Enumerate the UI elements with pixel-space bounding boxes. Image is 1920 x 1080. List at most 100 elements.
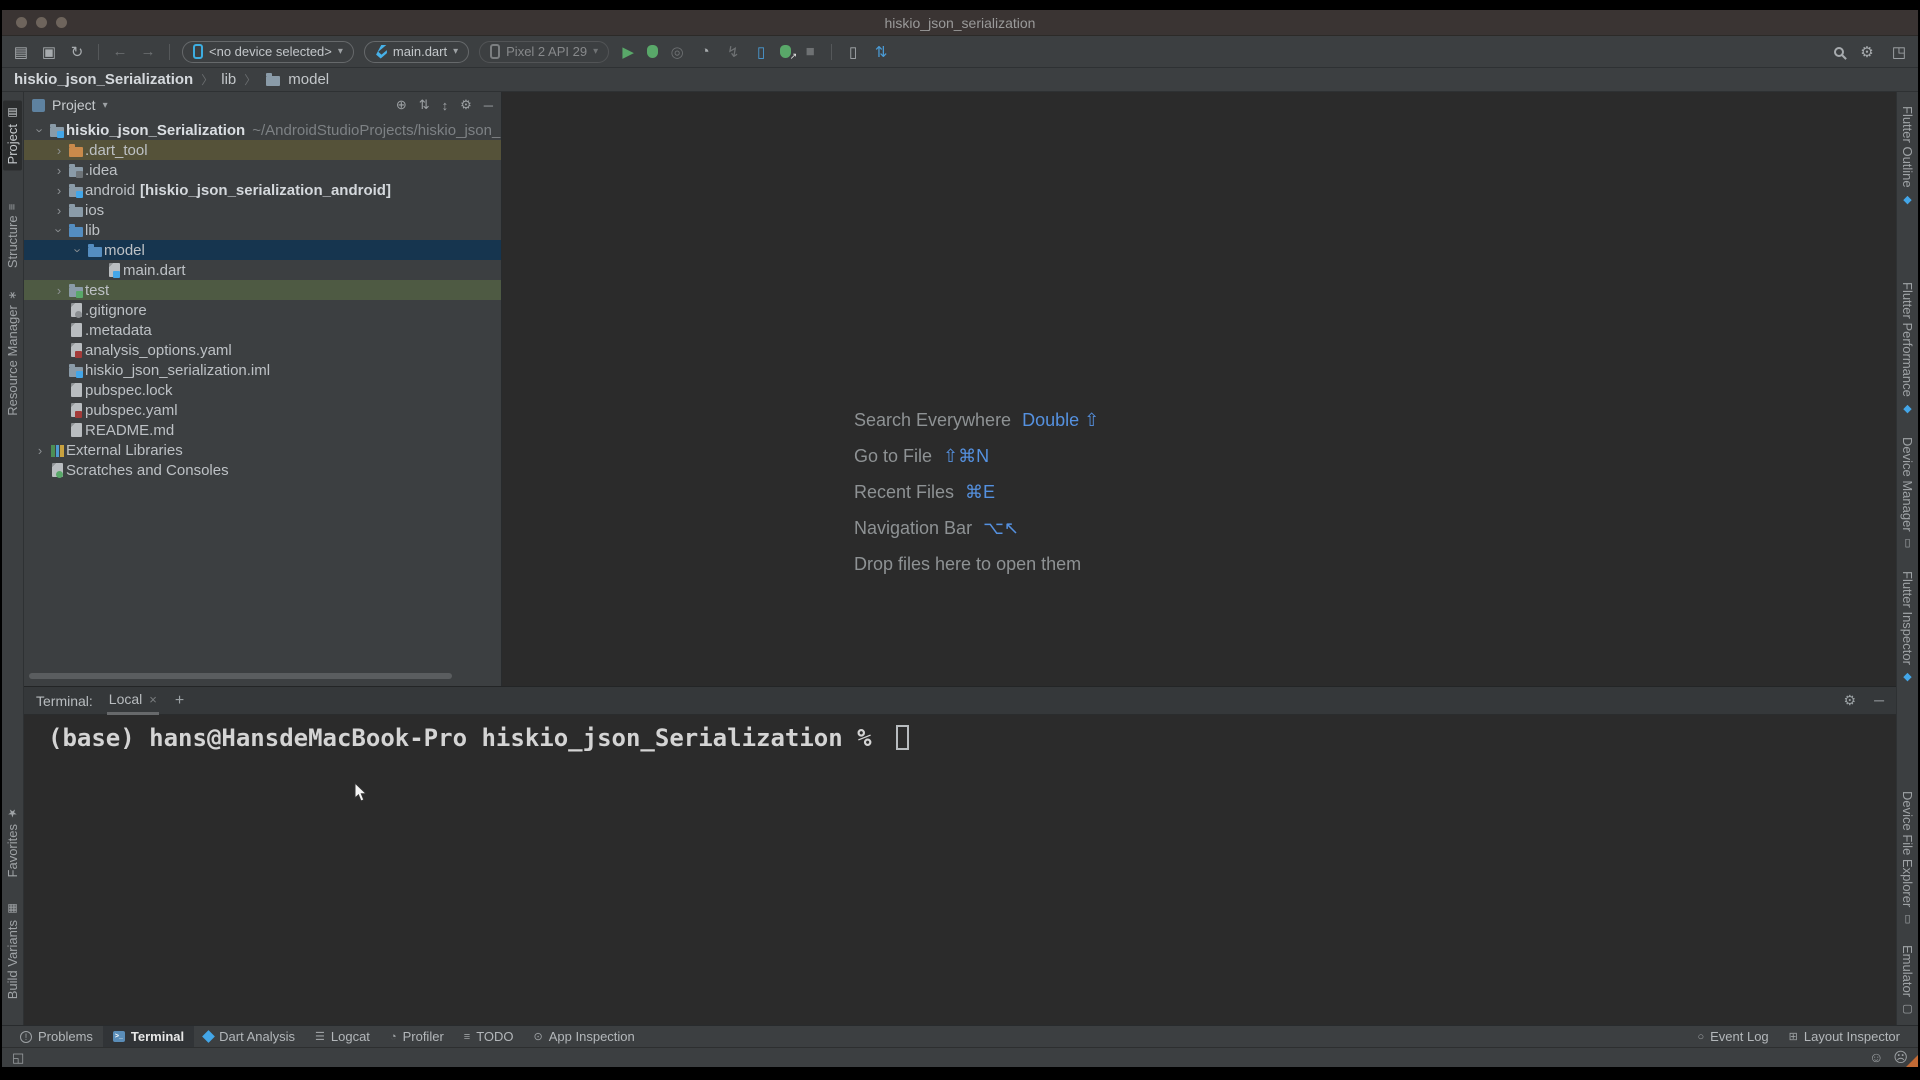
profile-icon[interactable]: ◔	[696, 43, 714, 60]
collapsed-icon[interactable]: ›	[32, 443, 48, 458]
breadcrumb-item[interactable]: lib	[221, 71, 236, 88]
tree-row[interactable]: pubspec.lock	[24, 380, 501, 400]
stop-icon[interactable]: ■	[801, 43, 819, 60]
tree-row[interactable]: › ios	[24, 200, 501, 220]
tool-window-tab-problems[interactable]: ! Problems	[10, 1026, 103, 1047]
tool-strip-item-device-file-explorer[interactable]: Device File Explorer ▯	[1898, 785, 1917, 931]
tree-row[interactable]: › test	[24, 280, 501, 300]
breadcrumb-item[interactable]: hiskio_json_Serialization	[14, 71, 193, 88]
horizontal-scrollbar[interactable]	[29, 673, 452, 679]
tool-strip-item-flutter-inspector[interactable]: Flutter Inspector ◆	[1898, 565, 1917, 689]
terminal-settings-icon[interactable]: ⚙	[1844, 692, 1857, 709]
shortcut-keys: ⇧⌘N	[943, 445, 990, 466]
tree-row[interactable]: Scratches and Consoles	[24, 460, 501, 480]
flutter-attach-icon[interactable]	[780, 45, 797, 62]
tree-row[interactable]: .gitignore	[24, 300, 501, 320]
gear-icon[interactable]: ⚙	[460, 97, 472, 113]
lightning-icon[interactable]: ↯	[724, 43, 742, 61]
tool-window-tab-terminal[interactable]: >_ Terminal	[102, 1026, 195, 1047]
tool-window-tab-todo[interactable]: ≡ TODO	[454, 1026, 524, 1047]
terminal-output[interactable]: (base) hans@HansdeMacBook-Pro hiskio_jso…	[24, 715, 1896, 1025]
tool-strip-item-emulator[interactable]: Emulator ▢	[1898, 939, 1917, 1021]
close-icon[interactable]: ×	[149, 692, 157, 707]
tree-item-label: hiskio_json_serialization.iml	[85, 361, 271, 379]
tool-strip-item-flutter-outline[interactable]: Flutter Outline ◆	[1898, 100, 1917, 212]
minimize-window-button[interactable]	[36, 17, 47, 28]
run-config-selector[interactable]: main.dart ▾	[363, 40, 470, 63]
settings-icon[interactable]: ⚙	[1858, 43, 1876, 61]
open-icon[interactable]: ▤	[12, 43, 30, 61]
collapsed-icon[interactable]: ›	[51, 283, 67, 298]
tool-strip-item-favorites[interactable]: Favorites ★	[3, 800, 22, 883]
forward-icon[interactable]: →	[139, 43, 157, 60]
device-manager-icon[interactable]: ▯	[844, 43, 862, 61]
tool-window-tab-profiler[interactable]: ◔ Profiler	[380, 1026, 454, 1047]
tree-row[interactable]: › android [hiskio_json_serialization_andro…	[24, 180, 501, 200]
tree-item-label: README.md	[85, 421, 175, 439]
expand-all-icon[interactable]: ⇅	[419, 97, 430, 113]
back-icon[interactable]: ←	[111, 43, 129, 60]
target-device-selector[interactable]: Pixel 2 API 29 ▾	[479, 40, 610, 63]
breadcrumb: hiskio_json_Serialization 〉 lib 〉 model	[2, 68, 1918, 92]
folder-model	[86, 243, 104, 257]
search-icon[interactable]	[1834, 46, 1844, 57]
tool-strip-item-build-variants[interactable]: Build Variants ▦	[3, 896, 22, 1005]
tool-window-tab-layout-inspector[interactable]: ⊞ Layout Inspector	[1779, 1026, 1910, 1047]
tool-strip-item-resource-manager[interactable]: Resource Manager ∗	[3, 285, 22, 422]
sync-icon[interactable]: ↻	[68, 43, 86, 61]
tree-row[interactable]: analysis_options.yaml	[24, 340, 501, 360]
tool-strip-item-structure[interactable]: Structure ≡	[3, 198, 22, 274]
project-panel-title[interactable]: Project	[52, 97, 96, 113]
terminal-hide-icon[interactable]: ─	[1874, 692, 1884, 709]
tree-row[interactable]: main.dart	[24, 260, 501, 280]
tree-row[interactable]: › .dart_tool	[24, 140, 501, 160]
tool-strip-item-project[interactable]: Project ▤	[3, 100, 22, 171]
attach-debugger-icon[interactable]: ◎	[668, 43, 686, 61]
shortcut-hint: Search Everywhere Double ⇧	[854, 402, 1099, 438]
collapsed-icon[interactable]: ›	[51, 203, 67, 218]
tree-row[interactable]: pubspec.yaml	[24, 400, 501, 420]
tree-row[interactable]: › .idea	[24, 160, 501, 180]
tree-row[interactable]: .metadata	[24, 320, 501, 340]
tree-row[interactable]: › hiskio_json_Serialization ~/AndroidStudi…	[24, 120, 502, 140]
happy-feedback-icon[interactable]: ☺	[1869, 1049, 1883, 1066]
device-debug-icon[interactable]: ▯	[752, 43, 770, 61]
run-icon[interactable]: ▶	[619, 43, 637, 61]
collapsed-icon[interactable]: ›	[51, 163, 67, 178]
pub-get-icon[interactable]: ⇅	[872, 43, 890, 61]
debug-icon[interactable]	[647, 45, 659, 58]
tree-row[interactable]: README.md	[24, 420, 501, 440]
tool-windows-icon[interactable]: ◳	[1890, 43, 1908, 61]
tool-window-tab-logcat[interactable]: ☰ Logcat	[305, 1026, 380, 1047]
close-window-button[interactable]	[16, 17, 27, 28]
tool-window-tab-app-inspection[interactable]: ⊙ App Inspection	[524, 1026, 645, 1047]
collapsed-icon[interactable]: ›	[51, 183, 67, 198]
collapsed-icon[interactable]: ›	[51, 143, 67, 158]
expanded-icon[interactable]: ›	[52, 222, 67, 238]
terminal-tab-local[interactable]: Local ×	[106, 687, 159, 715]
expanded-icon[interactable]: ›	[33, 122, 48, 138]
toggle-tool-windows-icon[interactable]: ◱	[12, 1050, 24, 1066]
collapse-all-icon[interactable]: ↕	[442, 98, 449, 113]
expanded-icon[interactable]: ›	[71, 242, 86, 258]
event-log-icon: ○	[1697, 1030, 1705, 1043]
tool-strip-item-device-manager[interactable]: Device Manager ▯	[1898, 431, 1917, 556]
new-terminal-tab-button[interactable]: +	[175, 692, 184, 710]
breadcrumb-item[interactable]: model	[288, 71, 329, 88]
chevron-down-icon[interactable]: ▾	[103, 100, 108, 111]
device-selector[interactable]: <no device selected> ▾	[182, 40, 354, 63]
tree-row[interactable]: hiskio_json_serialization.iml	[24, 360, 501, 380]
tree-row[interactable]: › model	[24, 240, 501, 260]
zoom-window-button[interactable]	[56, 17, 67, 28]
hide-icon[interactable]: ─	[484, 98, 493, 113]
save-icon[interactable]: ▣	[40, 43, 58, 61]
tool-window-tab-dart-analysis[interactable]: Dart Analysis	[194, 1026, 305, 1047]
locate-icon[interactable]: ⊕	[396, 97, 407, 113]
tree-row[interactable]: › External Libraries	[24, 440, 501, 460]
todo-icon: ≡	[463, 1030, 471, 1043]
tree-row[interactable]: › lib	[24, 220, 501, 240]
editor-area[interactable]: Search Everywhere Double ⇧ Go to File ⇧⌘N Re…	[502, 92, 1896, 686]
tool-window-tab-label: Logcat	[330, 1029, 370, 1044]
tool-strip-item-flutter-performance[interactable]: Flutter Performance ◆	[1898, 276, 1917, 421]
tool-window-tab-event-log[interactable]: ○ Event Log	[1687, 1026, 1778, 1047]
